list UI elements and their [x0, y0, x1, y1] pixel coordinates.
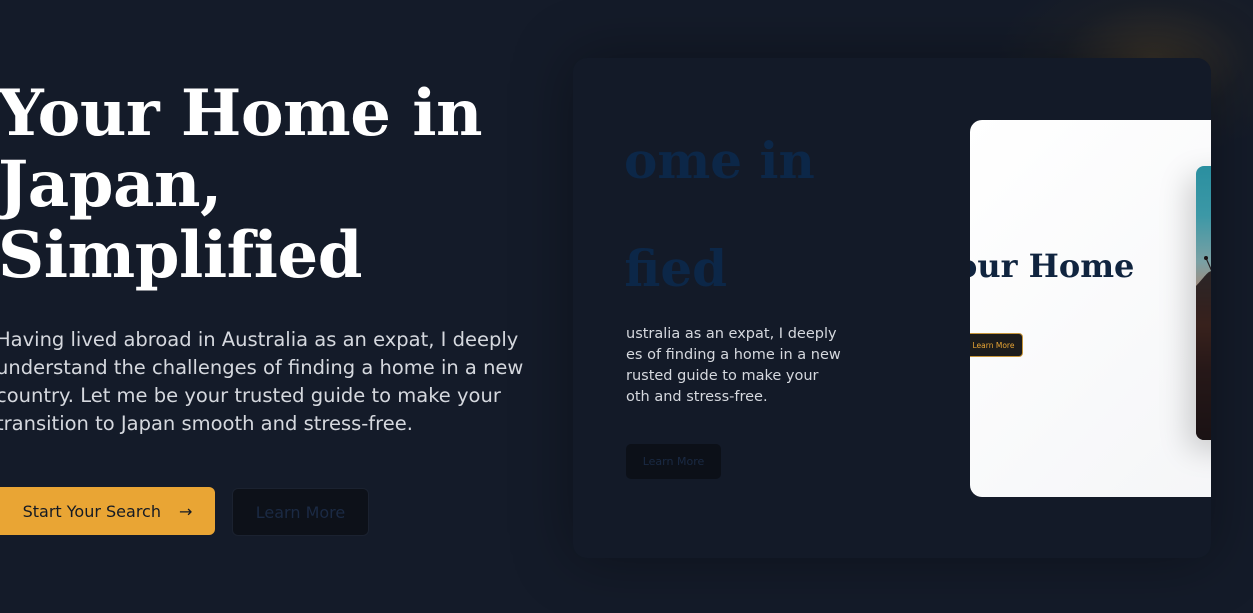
preview-description: ustralia as an expat, I deeply es of fin…: [626, 326, 841, 405]
hero-title: Your Home in Japan, Simplified: [0, 78, 558, 291]
hero-title-line3: Simplified: [0, 218, 362, 293]
preview-title-line2: fied: [626, 239, 728, 298]
card-title: our Home: [970, 247, 1135, 285]
preview-card: our Home Learn More: [970, 120, 1211, 497]
hero-title-line1: Your Home in: [0, 76, 483, 151]
learn-more-button[interactable]: Learn More: [232, 488, 369, 536]
tree-silhouette-icon: [1196, 256, 1211, 440]
hero-title-line2: Japan,: [0, 147, 222, 222]
preview-title-line1: ome in: [626, 131, 815, 190]
preview-panel: ome in fied ustralia as an expat, I deep…: [573, 58, 1211, 558]
arrow-right-icon: →: [178, 501, 193, 521]
card-learn-more-button[interactable]: Learn More: [970, 333, 1023, 357]
hero-description: Having lived abroad in Australia as an e…: [0, 328, 524, 435]
preview-inner: ome in fied ustralia as an expat, I deep…: [626, 58, 1211, 558]
start-search-button[interactable]: Start Your Search →: [0, 487, 215, 535]
start-search-label: Start Your Search: [22, 501, 161, 521]
sunset-photo: [1196, 166, 1211, 440]
preview-learn-more-button[interactable]: Learn More: [626, 444, 721, 479]
